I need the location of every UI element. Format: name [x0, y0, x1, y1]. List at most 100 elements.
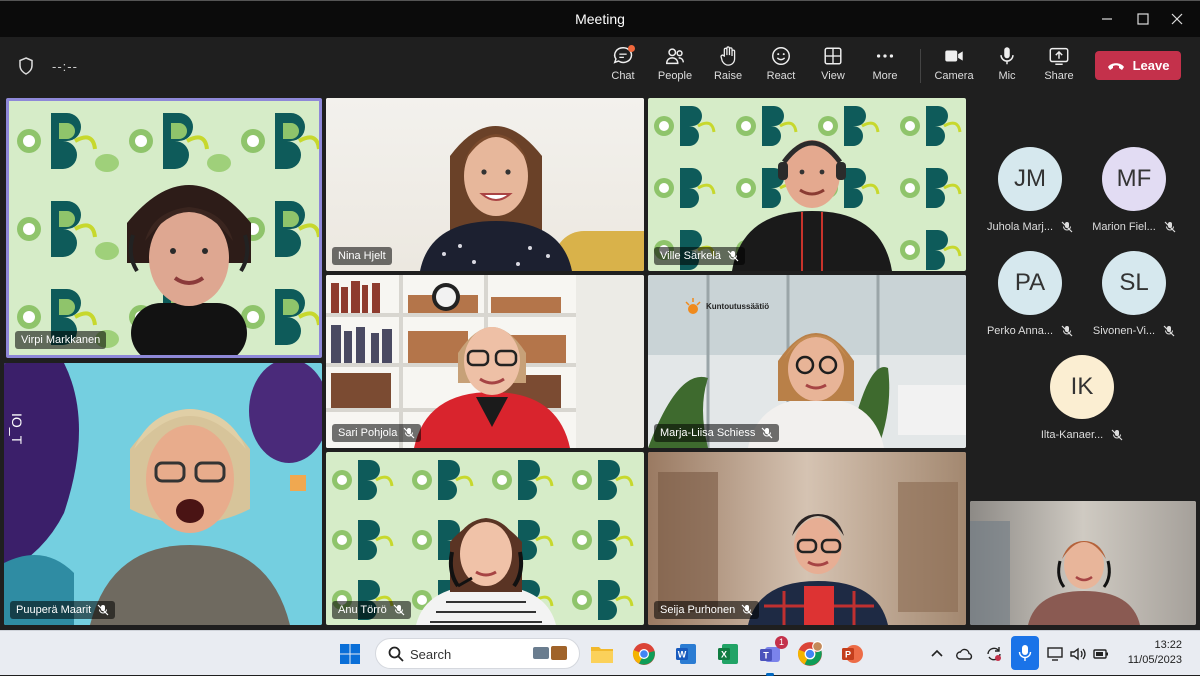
meeting-toolbar: --:-- Chat People Raise React View More — [0, 37, 1200, 95]
minimize-icon — [1102, 18, 1112, 20]
video-tile-marjaliisa[interactable]: Kuntoutussäätiö Marja-Liisa Schiess — [648, 275, 966, 448]
search-highlight-icon — [533, 646, 567, 660]
grid-view-icon — [824, 47, 842, 65]
roster-name-row: Perko Anna... — [980, 325, 1080, 337]
participant-video-ville — [732, 140, 892, 271]
roster-participant[interactable]: PA Perko Anna... — [980, 251, 1080, 351]
people-button[interactable]: People — [649, 45, 701, 89]
roster-name: Ilta-Kanaer... — [1040, 429, 1104, 441]
windows-logo-icon — [340, 644, 360, 664]
roster-name: Perko Anna... — [986, 325, 1054, 337]
more-label: More — [872, 70, 898, 82]
raise-label: Raise — [713, 70, 743, 82]
mic-in-use-indicator[interactable] — [1011, 636, 1039, 670]
participant-video-anu — [416, 518, 556, 625]
roster-name-row: Juhola Marj... — [980, 221, 1080, 233]
sync-icon[interactable] — [985, 645, 1003, 663]
participant-name: Puuperä Maarit — [16, 604, 92, 616]
windows-taskbar: Search W X T 1 P 13:22 11/05/2023 — [0, 630, 1200, 676]
avatar: PA — [998, 251, 1062, 315]
participant-name: Ville Särkelä — [660, 250, 721, 262]
battery-icon[interactable] — [1092, 645, 1110, 663]
smiley-icon — [772, 47, 790, 65]
react-button[interactable]: React — [755, 45, 807, 89]
participant-name: Marja-Liisa Schiess — [660, 427, 756, 439]
chat-button[interactable]: Chat — [597, 45, 649, 89]
sun-logo-icon — [685, 298, 701, 314]
roster-name-row: Marion Fiel... — [1084, 221, 1184, 233]
hang-up-icon — [1107, 62, 1124, 70]
avatar: IK — [1050, 355, 1114, 419]
chevron-up-icon[interactable] — [928, 645, 946, 663]
video-tile-puupera[interactable]: IO_T Puuperä Maarit — [4, 363, 322, 625]
view-button[interactable]: View — [807, 45, 859, 89]
roster-participant[interactable]: IK Ilta-Kanaer... — [1032, 355, 1132, 455]
excel-button[interactable]: X — [714, 640, 742, 668]
chrome-profile-icon — [797, 641, 823, 666]
video-tile-ville[interactable]: Ville Särkelä — [648, 98, 966, 271]
roster-participant[interactable]: SL Sivonen-Vi... — [1084, 251, 1184, 351]
mic-off-icon — [393, 604, 405, 616]
video-tile-sari[interactable]: Sari Pohjola — [326, 275, 644, 448]
volume-icon[interactable] — [1069, 645, 1087, 663]
view-label: View — [821, 70, 845, 82]
display-icon[interactable] — [1046, 645, 1064, 663]
system-clock[interactable]: 13:22 11/05/2023 — [1128, 638, 1182, 668]
participant-name-tag: Nina Hjelt — [332, 247, 392, 265]
taskbar-search-box[interactable]: Search — [375, 638, 580, 669]
raise-hand-button[interactable]: Raise — [702, 45, 754, 89]
svg-text:W: W — [678, 650, 687, 660]
participant-name: Virpi Markkanen — [21, 334, 101, 346]
roster-name-row: Sivonen-Vi... — [1084, 325, 1184, 337]
roster-participant[interactable]: JM Juhola Marj... — [980, 147, 1080, 247]
self-view-tile[interactable] — [970, 501, 1196, 625]
avatar: SL — [1102, 251, 1166, 315]
video-tile-nina[interactable]: Nina Hjelt — [326, 98, 644, 271]
participant-name-tag: Marja-Liisa Schiess — [654, 424, 780, 442]
video-tile-anu[interactable]: Anu Törrö — [326, 452, 644, 625]
onedrive-cloud-icon[interactable] — [956, 645, 974, 663]
file-explorer-button[interactable] — [588, 640, 616, 668]
folder-icon — [591, 647, 613, 663]
more-button[interactable]: More — [859, 45, 911, 89]
roster-name: Juhola Marj... — [986, 221, 1054, 233]
participant-name-tag: Anu Törrö — [332, 601, 411, 619]
shield-icon[interactable] — [18, 57, 34, 75]
roster-name-row: Ilta-Kanaer... — [1032, 429, 1132, 441]
camera-label: Camera — [934, 70, 974, 82]
chrome-profile-button[interactable] — [796, 640, 824, 668]
teams-button[interactable]: T 1 — [756, 636, 788, 676]
leave-button[interactable]: Leave — [1095, 51, 1181, 80]
start-button[interactable] — [336, 640, 364, 668]
participant-video-seija — [748, 514, 888, 625]
participant-name-tag: Puuperä Maarit — [10, 601, 116, 619]
search-icon — [388, 646, 404, 662]
mic-off-icon — [1163, 325, 1175, 337]
participant-name: Anu Törrö — [338, 604, 387, 616]
roster-participant[interactable]: MF Marion Fiel... — [1084, 147, 1184, 247]
react-label: React — [766, 70, 796, 82]
more-icon — [876, 54, 894, 58]
mic-off-icon — [727, 250, 739, 262]
participant-name-tag: Sari Pohjola — [332, 424, 422, 442]
close-button[interactable] — [1154, 1, 1200, 37]
chrome-button[interactable] — [630, 640, 658, 668]
camera-icon — [945, 50, 963, 62]
teams-notification-badge: 1 — [775, 636, 788, 649]
video-tile-virpi[interactable]: Virpi Markkanen — [6, 98, 322, 358]
video-tile-seija[interactable]: Seija Purhonen — [648, 452, 966, 625]
participant-name-tag: Virpi Markkanen — [15, 331, 107, 349]
mic-button[interactable]: Mic — [981, 45, 1033, 89]
word-button[interactable]: W — [672, 640, 700, 668]
window-title: Meeting — [575, 11, 625, 27]
meeting-timer: --:-- — [52, 59, 78, 74]
teams-meeting-window: Meeting --:-- Chat People Raise React Vi… — [0, 0, 1200, 630]
roster-name: Sivonen-Vi... — [1092, 325, 1156, 337]
chat-notification-dot — [628, 45, 635, 52]
chat-label: Chat — [611, 70, 635, 82]
share-button[interactable]: Share — [1033, 45, 1085, 89]
powerpoint-button[interactable]: P — [838, 640, 866, 668]
camera-button[interactable]: Camera — [928, 45, 980, 89]
participant-name: Seija Purhonen — [660, 604, 736, 616]
roster-name: Marion Fiel... — [1092, 221, 1156, 233]
